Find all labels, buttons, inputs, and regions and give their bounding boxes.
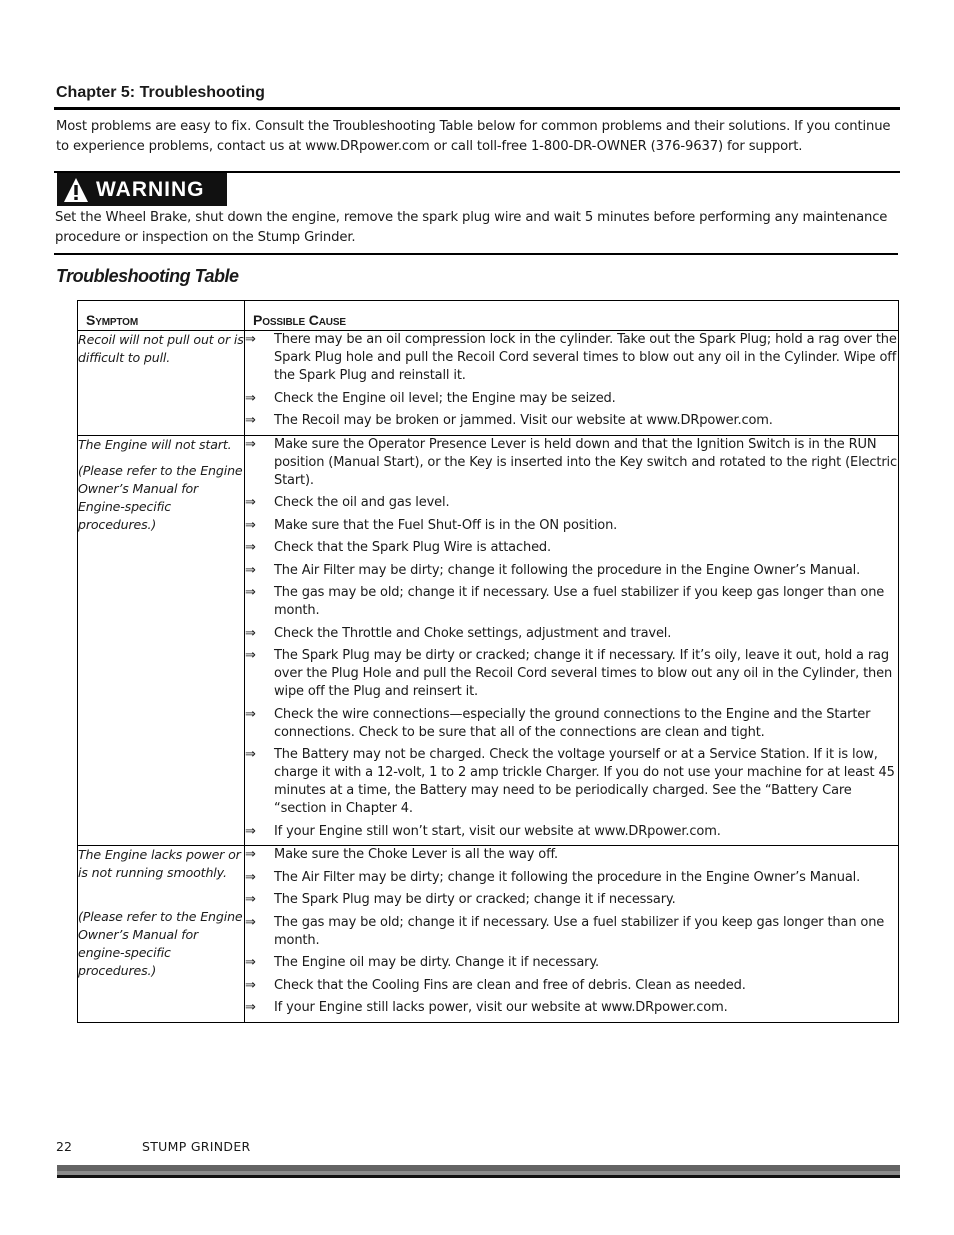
cause-text: Check that the Spark Plug Wire is attach… xyxy=(274,540,552,555)
cause-item: ⇒ Check the Engine oil level; the Engine … xyxy=(245,390,898,408)
cause-text: The gas may be old; change it if necessa… xyxy=(274,585,885,618)
troubleshooting-table: Symptom Possible Cause Recoil will not p… xyxy=(77,300,899,1023)
double-arrow-right-icon: ⇒ xyxy=(245,540,256,555)
double-arrow-right-icon: ⇒ xyxy=(245,625,256,641)
table-row: Recoil will not pull out or is difficult… xyxy=(77,330,899,436)
cause-item: ⇒ The Spark Plug may be dirty or cracked;… xyxy=(245,647,898,701)
symptom-note: (Please refer to the Engine Owner’s Manu… xyxy=(78,462,243,532)
cause-text: Check the oil and gas level. xyxy=(274,495,450,510)
cause-item: ⇒ Check the wire connections—especially t… xyxy=(245,706,898,742)
cause-item: ⇒ Check the Throttle and Choke settings, … xyxy=(245,625,898,643)
cause-item: ⇒ Make sure the Choke Lever is all the wa… xyxy=(245,846,898,864)
possible-cause-cell: ⇒ There may be an oil compression lock in… xyxy=(244,330,899,436)
cause-item: ⇒ The Recoil may be broken or jammed. Vis… xyxy=(245,412,898,430)
double-arrow-right-icon: ⇒ xyxy=(245,1000,256,1015)
cause-item: ⇒ If your Engine still won’t start, visit… xyxy=(245,823,898,841)
symptom-cell: The Engine will not start. (Please refer … xyxy=(77,434,245,846)
warning-label: WARNING xyxy=(57,173,227,206)
double-arrow-right-icon: ⇒ xyxy=(245,436,256,452)
cause-item: ⇒ If your Engine still lacks power, visit… xyxy=(245,999,898,1017)
footer-product-name: STUMP GRINDER xyxy=(142,1139,251,1154)
cause-text: Make sure the Operator Presence Lever is… xyxy=(274,436,897,488)
cause-text: There may be an oil compression lock in … xyxy=(274,332,897,383)
double-arrow-right-icon: ⇒ xyxy=(245,517,256,533)
cause-item: ⇒ The Spark Plug may be dirty or cracked;… xyxy=(245,891,898,909)
cause-text: Check the Throttle and Choke settings, a… xyxy=(274,625,672,641)
footer-bar xyxy=(57,1165,900,1178)
cause-item: ⇒ Make sure the Operator Presence Lever i… xyxy=(245,436,898,490)
possible-cause-cell: ⇒ Make sure the Choke Lever is all the wa… xyxy=(244,845,899,1023)
double-arrow-right-icon: ⇒ xyxy=(245,562,256,578)
cause-text: Make sure the Choke Lever is all the way… xyxy=(274,847,558,862)
cause-text: Make sure that the Fuel Shut-Off is in t… xyxy=(274,517,618,533)
cause-item: ⇒ The Engine oil may be dirty. Change it … xyxy=(245,954,898,972)
cause-item: ⇒ Check the oil and gas level. xyxy=(245,494,898,512)
cause-item: ⇒ The Air Filter may be dirty; change it … xyxy=(245,562,898,580)
symptom-note: (Please refer to the Engine Owner’s Manu… xyxy=(78,909,243,978)
double-arrow-right-icon: ⇒ xyxy=(245,869,256,885)
table-row: The Engine will not start. (Please refer … xyxy=(77,434,899,846)
double-arrow-right-icon: ⇒ xyxy=(245,495,256,510)
double-arrow-right-icon: ⇒ xyxy=(245,977,256,993)
cause-text: Check that the Cooling Fins are clean an… xyxy=(274,977,746,993)
possible-cause-cell: ⇒ Make sure the Operator Presence Lever i… xyxy=(244,434,899,846)
intro-paragraph: Most problems are easy to fix. Consult t… xyxy=(56,119,891,154)
cause-text: The Battery may not be charged. Check th… xyxy=(274,747,895,816)
warning-label-text: WARNING xyxy=(96,177,205,201)
cause-text: The Spark Plug may be dirty or cracked; … xyxy=(274,892,676,907)
double-arrow-right-icon: ⇒ xyxy=(245,413,256,428)
double-arrow-right-icon: ⇒ xyxy=(245,585,256,600)
symptom-text: Recoil will not pull out or is difficult… xyxy=(78,332,244,365)
symptom-text: The Engine lacks power or is not running… xyxy=(78,847,241,880)
chapter-title: Chapter 5: Troubleshooting xyxy=(56,84,265,101)
double-arrow-right-icon: ⇒ xyxy=(245,892,256,907)
cause-text: The Air Filter may be dirty; change it f… xyxy=(274,869,861,885)
footer-bar-stripe xyxy=(57,1175,900,1178)
symptom-cell: Recoil will not pull out or is difficult… xyxy=(77,330,245,436)
warning-triangle-icon xyxy=(64,177,88,202)
double-arrow-right-icon: ⇒ xyxy=(245,648,256,663)
double-arrow-right-icon: ⇒ xyxy=(245,914,256,930)
double-arrow-right-icon: ⇒ xyxy=(245,390,256,406)
cause-text: The Engine oil may be dirty. Change it i… xyxy=(274,955,600,970)
cause-text: If your Engine still lacks power, visit … xyxy=(274,1000,728,1015)
cause-item: ⇒ The gas may be old; change it if necess… xyxy=(245,914,898,950)
cause-item: ⇒ Make sure that the Fuel Shut-Off is in … xyxy=(245,517,898,535)
cause-item: ⇒ The Battery may not be charged. Check t… xyxy=(245,746,898,818)
symptom-text: The Engine will not start. xyxy=(78,436,232,452)
header-possible-cause: Possible Cause xyxy=(244,300,899,331)
double-arrow-right-icon: ⇒ xyxy=(245,955,256,970)
double-arrow-right-icon: ⇒ xyxy=(245,706,256,722)
symptom-cell: The Engine lacks power or is not running… xyxy=(77,845,245,1023)
cause-item: ⇒ Check that the Spark Plug Wire is attac… xyxy=(245,539,898,557)
cause-item: ⇒ Check that the Cooling Fins are clean a… xyxy=(245,977,898,995)
table-row: The Engine lacks power or is not running… xyxy=(77,845,899,1023)
warning-bottom-rule xyxy=(54,253,898,255)
table-title: Troubleshooting Table xyxy=(56,266,239,286)
cause-text: The gas may be old; change it if necessa… xyxy=(274,914,885,948)
double-arrow-right-icon: ⇒ xyxy=(245,847,256,862)
footer-page-number: 22 xyxy=(56,1139,72,1154)
table-header-row: Symptom Possible Cause xyxy=(77,300,899,331)
header-symptom: Symptom xyxy=(77,300,245,331)
cause-text: If your Engine still won’t start, visit … xyxy=(274,823,721,839)
cause-text: Check the Engine oil level; the Engine m… xyxy=(274,390,616,406)
cause-text: The Air Filter may be dirty; change it f… xyxy=(274,562,861,578)
double-arrow-right-icon: ⇒ xyxy=(245,332,256,347)
cause-item: ⇒ The gas may be old; change it if necess… xyxy=(245,584,898,620)
cause-text: The Spark Plug may be dirty or cracked; … xyxy=(274,648,893,699)
cause-text: Check the wire connections—especially th… xyxy=(274,706,871,740)
cause-item: ⇒ The Air Filter may be dirty; change it … xyxy=(245,869,898,887)
double-arrow-right-icon: ⇒ xyxy=(245,747,256,762)
cause-text: The Recoil may be broken or jammed. Visi… xyxy=(274,413,773,428)
cause-item: ⇒ There may be an oil compression lock in… xyxy=(245,331,898,385)
chapter-title-rule xyxy=(54,107,900,110)
warning-text: Set the Wheel Brake, shut down the engin… xyxy=(55,210,888,245)
double-arrow-right-icon: ⇒ xyxy=(245,823,256,839)
